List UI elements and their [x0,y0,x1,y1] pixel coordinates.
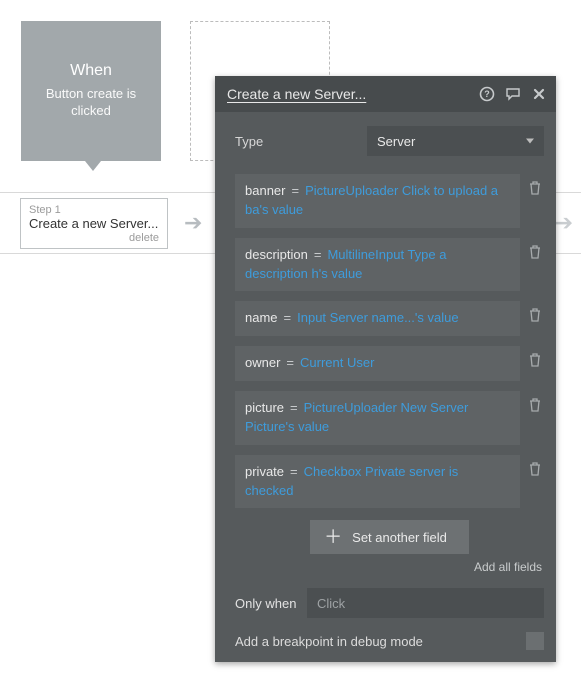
field-row-private[interactable]: private=Checkbox Private server is check… [235,455,520,509]
when-pointer-icon [85,161,101,171]
field-key: private [245,464,284,479]
panel-title-text: Create a new Server... [227,86,366,102]
field-row-picture[interactable]: picture=PictureUploader New Server Pictu… [235,391,520,445]
set-another-field-button[interactable]: ＋ Set another field [310,520,469,554]
trash-icon[interactable] [528,346,544,368]
trash-icon[interactable] [528,174,544,196]
property-editor-panel: Create a new Server... ? Type Server [215,76,556,662]
step-title: Create a new Server... [29,216,159,231]
comment-icon[interactable] [504,85,522,103]
when-subtitle: Button create is clicked [33,86,149,120]
trash-icon[interactable] [528,238,544,260]
set-another-label: Set another field [352,530,447,545]
arrow-right-icon: ➔ [184,210,202,236]
field-row-name[interactable]: name=Input Server name...'s value [235,301,520,336]
field-row-banner[interactable]: banner=PictureUploader Click to upload a… [235,174,520,228]
help-icon[interactable]: ? [478,85,496,103]
when-event-block[interactable]: When Button create is clicked [21,21,161,161]
field-value-cont: value [298,419,329,434]
add-all-fields-link[interactable]: Add all fields [235,560,542,574]
field-key: picture [245,400,284,415]
type-select[interactable]: Server [367,126,544,156]
only-when-input[interactable] [307,588,544,618]
field-row-description[interactable]: description=MultilineInput Type a descri… [235,238,520,292]
breakpoint-checkbox[interactable] [526,632,544,650]
arrow-right-far-icon: ➔ [555,210,573,236]
field-value[interactable]: Input Server name...'s value [297,310,458,325]
field-row-owner[interactable]: owner=Current User [235,346,520,381]
field-value-cont: h's value [312,266,363,281]
type-select-value: Server [377,134,415,149]
breakpoint-label: Add a breakpoint in debug mode [235,634,423,649]
trash-icon[interactable] [528,301,544,323]
field-key: name [245,310,278,325]
svg-text:?: ? [484,89,490,99]
when-title: When [70,62,112,80]
trash-icon[interactable] [528,391,544,413]
type-label: Type [235,134,355,149]
field-key: owner [245,355,280,370]
plus-icon: ＋ [324,528,342,546]
step-card-1[interactable]: Step 1 Create a new Server... delete [20,198,168,249]
only-when-label: Only when [235,596,297,611]
field-key: banner [245,183,285,198]
step-number-label: Step 1 [29,204,159,216]
panel-title: Create a new Server... ? [215,76,556,112]
field-key: description [245,247,308,262]
step-delete-link[interactable]: delete [29,232,159,244]
trash-icon[interactable] [528,455,544,477]
field-value-cont: value [272,202,303,217]
close-icon[interactable] [530,85,548,103]
field-value[interactable]: Current User [300,355,374,370]
